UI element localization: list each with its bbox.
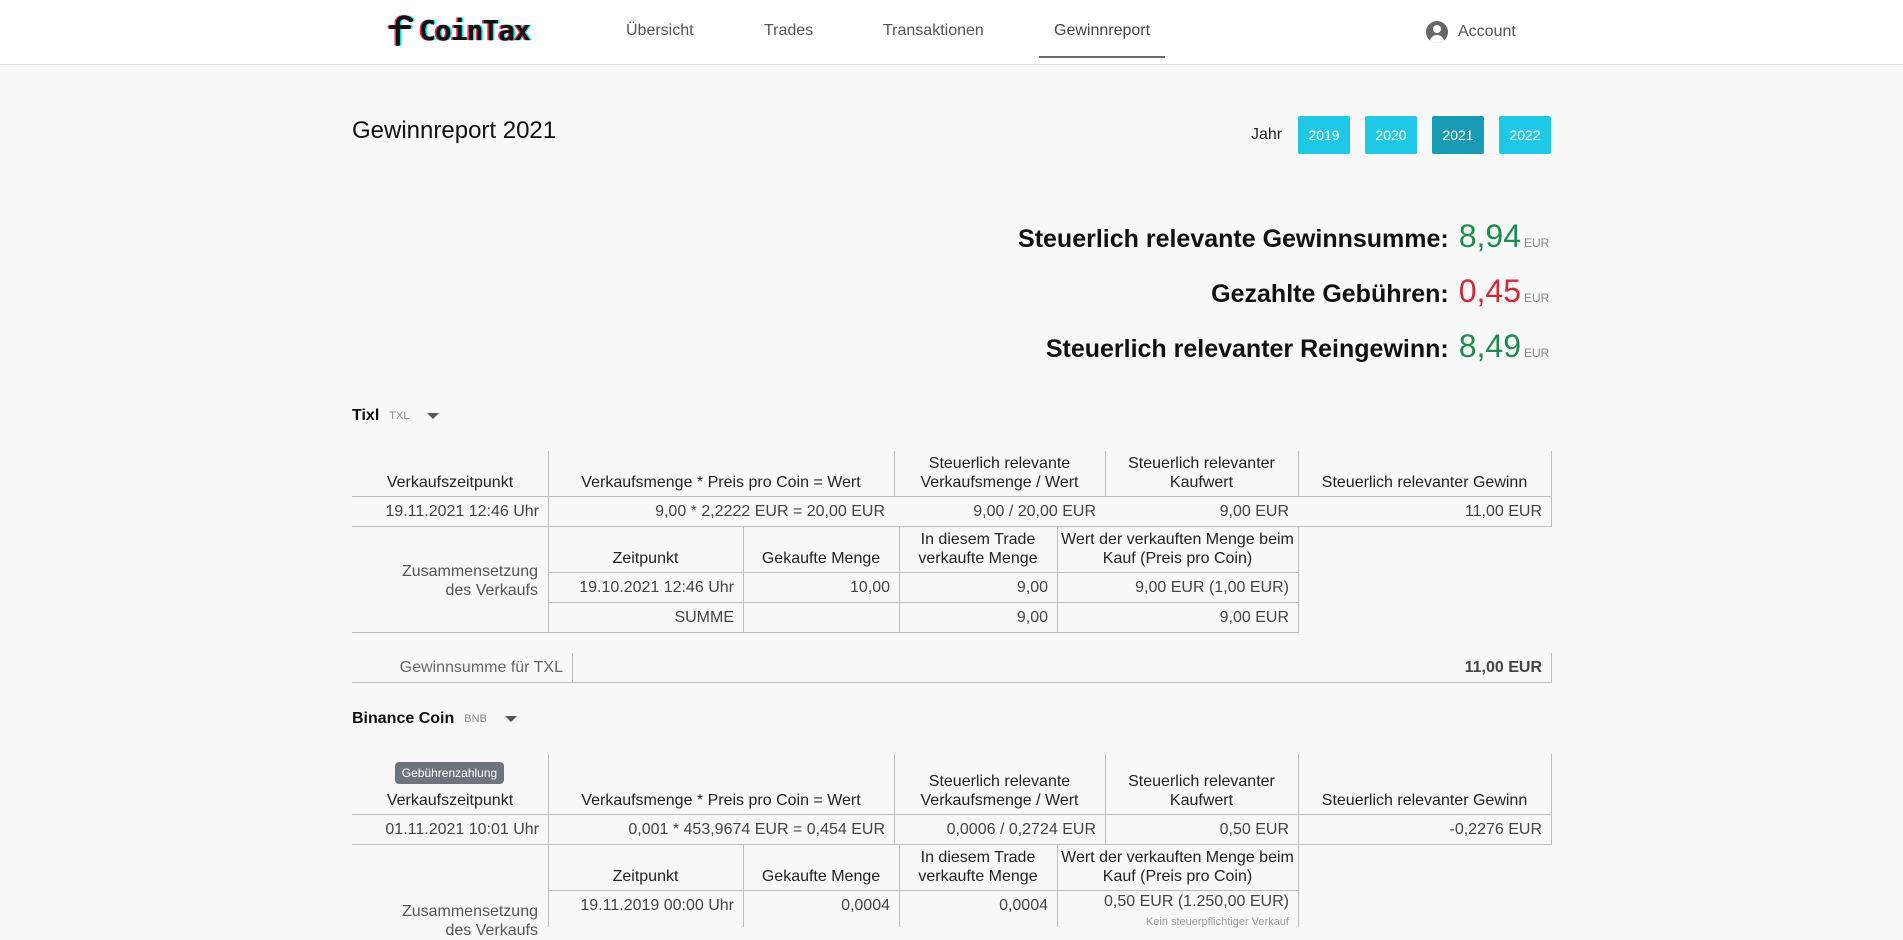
sum-label: SUMME xyxy=(674,608,734,626)
header-time: Zeitpunkt xyxy=(612,868,679,885)
divider xyxy=(1551,451,1552,527)
coin-name: Tixl xyxy=(352,407,380,424)
comp-time: 19.10.2021 12:46 Uhr xyxy=(579,578,734,596)
coin-symbol: BNB xyxy=(464,713,487,725)
coin-symbol: TXL xyxy=(389,410,410,422)
year-button-2021[interactable]: 2021 xyxy=(1432,116,1484,154)
sale-gain: -0,2276 EUR xyxy=(1449,820,1543,838)
year-button-2022[interactable]: 2022 xyxy=(1499,116,1551,154)
active-tab-indicator xyxy=(1039,56,1165,58)
summary-fees-value: 0,45 xyxy=(1458,273,1521,309)
sale-calc: 0,001 * 453,9674 EUR = 0,454 EUR xyxy=(628,820,885,838)
header-sold-in-trade: In diesem Trade verkaufte Menge xyxy=(918,531,1038,567)
summary-gain-value: 8,94 xyxy=(1458,218,1521,254)
page-title: Gewinnreport 2021 xyxy=(352,117,557,144)
caret-down-icon[interactable] xyxy=(504,716,517,722)
account-label: Account xyxy=(1458,23,1516,40)
account-menu[interactable]: Account xyxy=(1426,21,1516,43)
header-bought-qty: Gekaufte Menge xyxy=(761,550,881,567)
header-relevant-gain: Steuerlich relevanter Gewinn xyxy=(1321,474,1528,491)
coin-header-bnb[interactable]: Binance Coin BNB xyxy=(352,710,517,728)
sum-sold: 9,00 xyxy=(1016,608,1048,626)
sale-cost: 9,00 EUR xyxy=(1219,502,1289,520)
sale-cost: 0,50 EUR xyxy=(1219,820,1289,838)
header-sale-time: Verkaufszeitpunkt xyxy=(386,792,514,809)
header-relevant-qty: Steuerlich relevante Verkaufsmenge / Wer… xyxy=(920,455,1079,491)
sale-time: 01.11.2021 10:01 Uhr xyxy=(385,820,539,838)
caret-down-icon[interactable] xyxy=(427,413,440,419)
taxfree-note: Kein steuerpflichtiger Verkauf xyxy=(1145,916,1289,928)
divider xyxy=(1298,844,1299,927)
comp-time: 19.11.2019 00:00 Uhr xyxy=(580,897,734,914)
divider xyxy=(1551,754,1552,844)
header-relevant-cost: Steuerlich relevanter Kaufwert xyxy=(1128,773,1275,809)
summary-net-unit: EUR xyxy=(1524,346,1550,360)
comp-bought: 0,0004 xyxy=(841,897,890,914)
comp-value: 9,00 EUR (1,00 EUR) xyxy=(1135,578,1289,596)
app-logo[interactable]: CoinTax xyxy=(387,12,531,48)
nav-uebersicht[interactable]: Übersicht xyxy=(626,22,694,40)
header-bought-qty: Gekaufte Menge xyxy=(761,868,881,885)
account-icon xyxy=(1426,21,1448,43)
coin-header-txl[interactable]: Tixl TXL xyxy=(352,407,440,425)
divider xyxy=(1298,526,1299,633)
summary-gain-label: Steuerlich relevante Gewinnsumme: xyxy=(1018,225,1449,253)
sale-gain: 11,00 EUR xyxy=(1464,502,1542,520)
total-label: Gewinnsumme für TXL xyxy=(399,658,563,676)
divider xyxy=(572,653,573,683)
comp-sold: 0,0004 xyxy=(999,897,1048,914)
header-relevant-cost: Steuerlich relevanter Kaufwert xyxy=(1128,455,1275,491)
sale-relevant: 9,00 / 20,00 EUR xyxy=(973,502,1096,520)
summary-gain-unit: EUR xyxy=(1524,236,1550,250)
total-value: 11,00 EUR xyxy=(1464,658,1542,676)
summary-fees: Gezahlte Gebühren: 0,45 EUR xyxy=(1211,273,1551,310)
top-navbar: CoinTax Übersicht Trades Transaktionen G… xyxy=(0,0,1903,65)
year-label: Jahr xyxy=(1251,126,1283,143)
year-button-2020[interactable]: 2020 xyxy=(1365,116,1417,154)
composition-label: Zusammensetzung des Verkaufs xyxy=(401,903,538,939)
nav-gewinnreport[interactable]: Gewinnreport xyxy=(1054,22,1150,40)
sale-calc: 9,00 * 2,2222 EUR = 20,00 EUR xyxy=(655,502,885,520)
summary-fees-label: Gezahlte Gebühren: xyxy=(1211,280,1449,308)
nav-transaktionen[interactable]: Transaktionen xyxy=(883,22,984,40)
composition-label: Zusammensetzung des Verkaufs xyxy=(401,563,538,599)
summary-net-value: 8,49 xyxy=(1458,328,1521,364)
header-sale-time: Verkaufszeitpunkt xyxy=(386,474,514,491)
divider xyxy=(1551,653,1552,683)
year-button-2019[interactable]: 2019 xyxy=(1298,116,1350,154)
comp-sold: 9,00 xyxy=(1016,578,1048,596)
comp-value: 0,50 EUR (1.250,00 EUR) xyxy=(1104,893,1289,910)
sum-value: 9,00 EUR xyxy=(1219,608,1289,626)
comp-bought: 10,00 xyxy=(849,578,890,596)
header-relevant-qty: Steuerlich relevante Verkaufsmenge / Wer… xyxy=(920,773,1079,809)
header-time: Zeitpunkt xyxy=(612,550,679,567)
sale-relevant: 0,0006 / 0,2724 EUR xyxy=(946,820,1096,838)
header-sale-calc: Verkaufsmenge * Preis pro Coin = Wert xyxy=(581,474,861,491)
header-value-at-buy: Wert der verkauften Menge beim Kauf (Pre… xyxy=(1061,531,1294,567)
app-name: CoinTax xyxy=(419,13,531,47)
divider xyxy=(352,682,1552,683)
coin-name: Binance Coin xyxy=(352,710,455,727)
header-sale-calc: Verkaufsmenge * Preis pro Coin = Wert xyxy=(581,792,861,809)
coin-logo-icon xyxy=(387,13,417,47)
header-value-at-buy: Wert der verkauften Menge beim Kauf (Pre… xyxy=(1061,849,1294,885)
summary-net: Steuerlich relevanter Reingewinn: 8,49 E… xyxy=(1046,328,1551,365)
summary-gain: Steuerlich relevante Gewinnsumme: 8,94 E… xyxy=(1018,218,1551,255)
sale-time: 19.11.2021 12:46 Uhr xyxy=(385,502,539,520)
header-relevant-gain: Steuerlich relevanter Gewinn xyxy=(1321,792,1528,809)
header-sold-in-trade: In diesem Trade verkaufte Menge xyxy=(918,849,1038,885)
divider xyxy=(352,632,1299,633)
nav-trades[interactable]: Trades xyxy=(764,22,813,40)
summary-fees-unit: EUR xyxy=(1524,291,1550,305)
summary-net-label: Steuerlich relevanter Reingewinn: xyxy=(1045,335,1449,363)
